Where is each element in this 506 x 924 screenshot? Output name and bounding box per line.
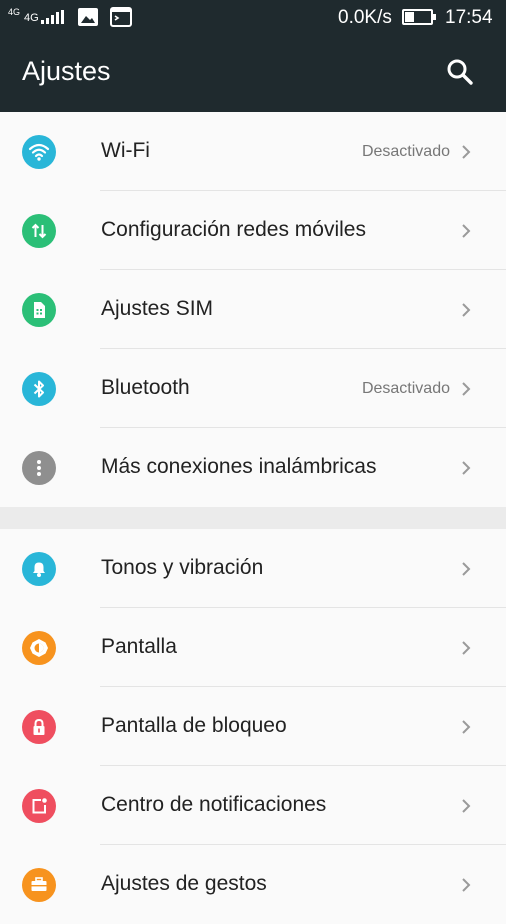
setting-mobile-networks[interactable]: Configuración redes móviles — [0, 191, 506, 270]
battery-icon — [402, 9, 436, 25]
signal-icon — [41, 10, 64, 24]
setting-sounds[interactable]: Tonos y vibración — [0, 529, 506, 608]
status-bar: 4G 4G 0.0K/s 17:54 — [0, 0, 506, 36]
sim-icon — [22, 293, 56, 327]
setting-lock-screen[interactable]: Pantalla de bloqueo — [0, 687, 506, 766]
setting-display[interactable]: Pantalla — [0, 608, 506, 687]
notification-icon — [22, 789, 56, 823]
settings-group-device: Tonos y vibración Pantalla Pantalla de b… — [0, 529, 506, 924]
chevron-right-icon — [462, 799, 471, 813]
bell-icon — [22, 552, 56, 586]
network-top-label: 4G — [8, 7, 21, 17]
setting-label: Más conexiones inalámbricas — [101, 455, 377, 478]
search-icon[interactable] — [444, 56, 476, 88]
image-notification-icon — [78, 8, 98, 26]
setting-label: Wi-Fi — [101, 139, 150, 162]
app-bar: Ajustes — [0, 36, 506, 112]
more-icon — [22, 451, 56, 485]
mobile-data-icon — [22, 214, 56, 248]
chevron-right-icon — [462, 562, 471, 576]
setting-more-connections[interactable]: Más conexiones inalámbricas — [0, 428, 506, 507]
network-speed: 0.0K/s — [338, 7, 392, 28]
wifi-icon — [22, 135, 56, 169]
setting-label: Pantalla — [101, 635, 177, 658]
group-separator — [0, 507, 506, 529]
chevron-right-icon — [462, 641, 471, 655]
lock-icon — [22, 710, 56, 744]
chevron-right-icon — [462, 878, 471, 892]
setting-status: Desactivado — [361, 143, 450, 160]
chevron-right-icon — [462, 224, 471, 238]
setting-label: Centro de notificaciones — [101, 793, 327, 816]
chevron-right-icon — [462, 461, 471, 475]
network-label: 4G — [24, 12, 39, 24]
chevron-right-icon — [462, 382, 471, 396]
bluetooth-icon — [22, 372, 56, 406]
chevron-right-icon — [462, 145, 471, 159]
chevron-right-icon — [462, 720, 471, 734]
clock: 17:54 — [445, 7, 493, 28]
setting-status: Desactivado — [361, 380, 450, 397]
settings-group-connections: Wi-Fi Desactivado Configuración redes mó… — [0, 112, 506, 507]
setting-label: Pantalla de bloqueo — [101, 714, 287, 737]
setting-notification-center[interactable]: Centro de notificaciones — [0, 766, 506, 845]
page-title: Ajustes — [22, 56, 111, 86]
setting-label: Ajustes SIM — [101, 297, 214, 320]
terminal-notification-icon — [110, 7, 132, 27]
chevron-right-icon — [462, 303, 471, 317]
setting-label: Configuración redes móviles — [101, 218, 366, 241]
setting-label: Bluetooth — [101, 376, 190, 399]
setting-label: Ajustes de gestos — [101, 872, 267, 895]
setting-bluetooth[interactable]: Bluetooth Desactivado — [0, 349, 506, 428]
setting-wifi[interactable]: Wi-Fi Desactivado — [0, 112, 506, 191]
briefcase-icon — [22, 868, 56, 902]
setting-label: Tonos y vibración — [101, 556, 264, 579]
setting-sim[interactable]: Ajustes SIM — [0, 270, 506, 349]
brightness-icon — [22, 631, 56, 665]
setting-gestures[interactable]: Ajustes de gestos — [0, 845, 506, 924]
